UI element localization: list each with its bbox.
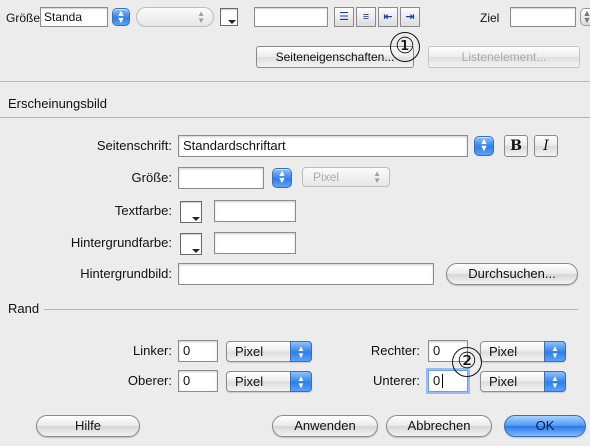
margin-right-unit-value: Pixel xyxy=(489,344,518,359)
updown-arrows-icon: ▲ ▼ xyxy=(544,341,566,362)
font-size-label: Größe: xyxy=(131,170,172,185)
help-button[interactable]: Hilfe xyxy=(36,415,140,437)
page-properties-dialog: Erscheinungsbild Seitenschrift: Standard… xyxy=(0,83,590,446)
size-unit-popup-disabled: ▲ ▼ xyxy=(136,7,214,27)
size-label: Größe xyxy=(6,11,41,25)
margin-bottom-unit-popup[interactable]: Pixel ▲ ▼ xyxy=(480,371,566,392)
margin-right-unit-popup[interactable]: Pixel ▲ ▼ xyxy=(480,341,566,362)
margin-left-unit-value: Pixel xyxy=(235,344,264,359)
page-font-popup-arrows-icon[interactable]: ▲ ▼ xyxy=(474,136,494,156)
background-color-label: Hintergrundfarbe: xyxy=(70,235,172,250)
callout-2: ② xyxy=(452,347,482,377)
target-label: Ziel xyxy=(480,11,500,25)
updown-arrows-icon: ▲ ▼ xyxy=(544,371,566,392)
text-color-field[interactable] xyxy=(214,200,296,222)
target-popup-arrows-icon[interactable]: ▲ ▼ xyxy=(580,8,590,26)
margin-right-label: Rechter: xyxy=(370,343,420,358)
margin-left-field[interactable]: 0 xyxy=(178,340,218,362)
ok-button[interactable]: OK xyxy=(504,415,586,437)
cancel-button[interactable]: Abbrechen xyxy=(386,415,492,437)
text-color-label: Textfarbe: xyxy=(114,203,172,218)
margin-top-unit-value: Pixel xyxy=(235,374,264,389)
target-field[interactable] xyxy=(510,7,576,27)
margin-top-field[interactable]: 0 xyxy=(178,370,218,392)
margin-bottom-unit-value: Pixel xyxy=(489,374,518,389)
background-color-swatch[interactable] xyxy=(180,233,202,255)
font-size-popup-arrows-icon[interactable]: ▲ ▼ xyxy=(272,168,292,188)
background-image-label: Hintergrundbild: xyxy=(80,266,172,281)
background-color-field[interactable] xyxy=(214,232,296,254)
font-size-field[interactable] xyxy=(178,167,264,189)
margin-bottom-label: Unterer: xyxy=(373,373,420,388)
size-popup-arrows-icon[interactable]: ▲ ▼ xyxy=(112,8,130,26)
indent-icon[interactable]: ⇥ xyxy=(400,7,420,27)
text-color-swatch[interactable] xyxy=(220,8,238,26)
margin-top-label: Oberer: xyxy=(127,373,172,388)
italic-button[interactable]: I xyxy=(534,135,558,157)
outdent-icon[interactable]: ⇤ xyxy=(378,7,398,27)
background-image-field[interactable] xyxy=(178,263,434,285)
margin-left-label: Linker: xyxy=(132,343,172,358)
bold-button[interactable]: B xyxy=(504,135,528,157)
page-font-label: Seitenschrift: xyxy=(96,138,172,153)
apply-button[interactable]: Anwenden xyxy=(272,415,378,437)
text-color-field[interactable] xyxy=(254,7,328,27)
size-combo-field[interactable]: Standa xyxy=(40,7,108,27)
text-caret xyxy=(442,374,443,388)
margin-group-line xyxy=(44,309,578,310)
appearance-section-title: Erscheinungsbild xyxy=(8,96,108,111)
text-color-swatch[interactable] xyxy=(180,201,202,223)
font-size-unit-popup: Pixel ▲ ▼ xyxy=(302,167,390,187)
list-item-button: Listenelement... xyxy=(428,46,580,68)
updown-arrows-icon: ▲ ▼ xyxy=(373,169,381,185)
browse-button[interactable]: Durchsuchen... xyxy=(446,263,578,285)
page-font-field[interactable]: Standardschriftart xyxy=(178,135,468,157)
margin-section-title: Rand xyxy=(8,301,40,316)
property-inspector: Größe Standa ▲ ▼ ▲ ▼ ☰ ≡ ⇤ ⇥ Ziel ▲ ▼ Seite… xyxy=(0,0,590,82)
unordered-list-icon[interactable]: ☰ xyxy=(334,7,354,27)
ordered-list-icon[interactable]: ≡ xyxy=(356,7,376,27)
font-size-unit-value: Pixel xyxy=(313,170,340,184)
section-divider xyxy=(0,117,590,118)
callout-1: ① xyxy=(390,32,420,62)
updown-arrows-icon: ▲ ▼ xyxy=(197,9,205,25)
